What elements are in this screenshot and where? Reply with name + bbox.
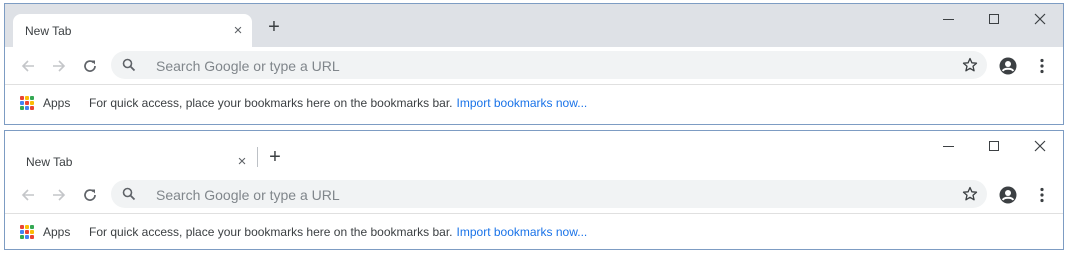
toolbar: Search Google or type a URL — [5, 47, 1063, 84]
forward-button[interactable] — [47, 183, 71, 207]
import-bookmarks-link[interactable]: Import bookmarks now... — [457, 96, 588, 110]
arrow-left-icon — [21, 60, 34, 72]
apps-grid-dot — [25, 225, 29, 229]
apps-label[interactable]: Apps — [43, 96, 70, 110]
menu-icon[interactable] — [1033, 56, 1051, 76]
bookmarks-hint-text: For quick access, place your bookmarks h… — [89, 96, 453, 110]
import-bookmarks-link[interactable]: Import bookmarks now... — [457, 225, 588, 239]
arrow-right-icon — [53, 60, 66, 72]
arrow-left-icon — [21, 189, 34, 201]
bookmark-star-icon[interactable] — [961, 185, 979, 203]
apps-grid-dot — [30, 235, 34, 239]
tab-title: New Tab — [26, 155, 73, 169]
apps-grid-dot — [30, 225, 34, 229]
search-icon — [121, 57, 137, 73]
omnibox[interactable]: Search Google or type a URL — [111, 180, 987, 208]
apps-grid-dot — [30, 96, 34, 100]
tab-close-icon[interactable]: × — [230, 22, 246, 39]
apps-grid-dot — [25, 235, 29, 239]
apps-grid-dot — [25, 101, 29, 105]
tab-close-icon[interactable]: × — [234, 153, 250, 170]
maximize-button[interactable] — [971, 4, 1017, 34]
minimize-icon — [942, 145, 954, 147]
reload-button[interactable] — [78, 54, 102, 78]
tab-separator — [257, 147, 258, 167]
minimize-icon — [942, 18, 954, 20]
back-button[interactable] — [16, 54, 40, 78]
minimize-button[interactable] — [925, 4, 971, 34]
arrow-right-icon — [53, 189, 66, 201]
reload-icon — [84, 189, 96, 201]
close-icon — [1034, 140, 1046, 152]
new-tab-button[interactable]: + — [266, 146, 284, 168]
browser-window-2: New Tab × + Search Google or type a URL — [4, 130, 1064, 250]
apps-grid-dot — [20, 225, 24, 229]
omnibox[interactable]: Search Google or type a URL — [111, 51, 987, 79]
apps-grid-dot — [25, 106, 29, 110]
reload-icon — [84, 60, 96, 72]
back-button[interactable] — [16, 183, 40, 207]
apps-grid-dot — [20, 230, 24, 234]
browser-window-1: New Tab × + Search Google or type a URL — [4, 3, 1064, 125]
apps-grid-dot — [20, 235, 24, 239]
bookmarks-bar: Apps For quick access, place your bookma… — [5, 84, 1063, 120]
apps-grid-dot — [30, 106, 34, 110]
maximize-button[interactable] — [971, 131, 1017, 161]
apps-icon[interactable] — [20, 225, 34, 239]
apps-grid-dot — [25, 96, 29, 100]
tab-strip: New Tab × + — [5, 4, 1063, 47]
tab-new-tab[interactable]: New Tab × — [13, 14, 252, 47]
account-icon[interactable] — [998, 185, 1018, 205]
tab-title: New Tab — [25, 24, 72, 38]
apps-grid-dot — [30, 230, 34, 234]
menu-icon[interactable] — [1033, 185, 1051, 205]
apps-grid-dot — [20, 96, 24, 100]
apps-grid-dot — [30, 101, 34, 105]
close-window-button[interactable] — [1017, 4, 1063, 34]
minimize-button[interactable] — [925, 131, 971, 161]
apps-grid-dot — [25, 230, 29, 234]
apps-grid-dot — [20, 101, 24, 105]
maximize-icon — [989, 14, 999, 24]
forward-button[interactable] — [47, 54, 71, 78]
tab-strip: New Tab × + — [5, 131, 1063, 176]
search-icon — [121, 186, 137, 202]
omnibox-placeholder: Search Google or type a URL — [156, 58, 340, 74]
tab-new-tab[interactable]: New Tab × — [13, 141, 252, 176]
reload-button[interactable] — [78, 183, 102, 207]
bookmarks-bar: Apps For quick access, place your bookma… — [5, 213, 1063, 249]
close-window-button[interactable] — [1017, 131, 1063, 161]
maximize-icon — [989, 141, 999, 151]
close-icon — [1034, 13, 1046, 25]
toolbar: Search Google or type a URL — [5, 176, 1063, 213]
bookmark-star-icon[interactable] — [961, 56, 979, 74]
omnibox-placeholder: Search Google or type a URL — [156, 187, 340, 203]
apps-label[interactable]: Apps — [43, 225, 70, 239]
new-tab-button[interactable]: + — [265, 16, 283, 38]
bookmarks-hint: For quick access, place your bookmarks h… — [89, 225, 587, 239]
apps-grid-dot — [20, 106, 24, 110]
account-icon[interactable] — [998, 56, 1018, 76]
apps-icon[interactable] — [20, 96, 34, 110]
bookmarks-hint-text: For quick access, place your bookmarks h… — [89, 225, 453, 239]
bookmarks-hint: For quick access, place your bookmarks h… — [89, 96, 587, 110]
